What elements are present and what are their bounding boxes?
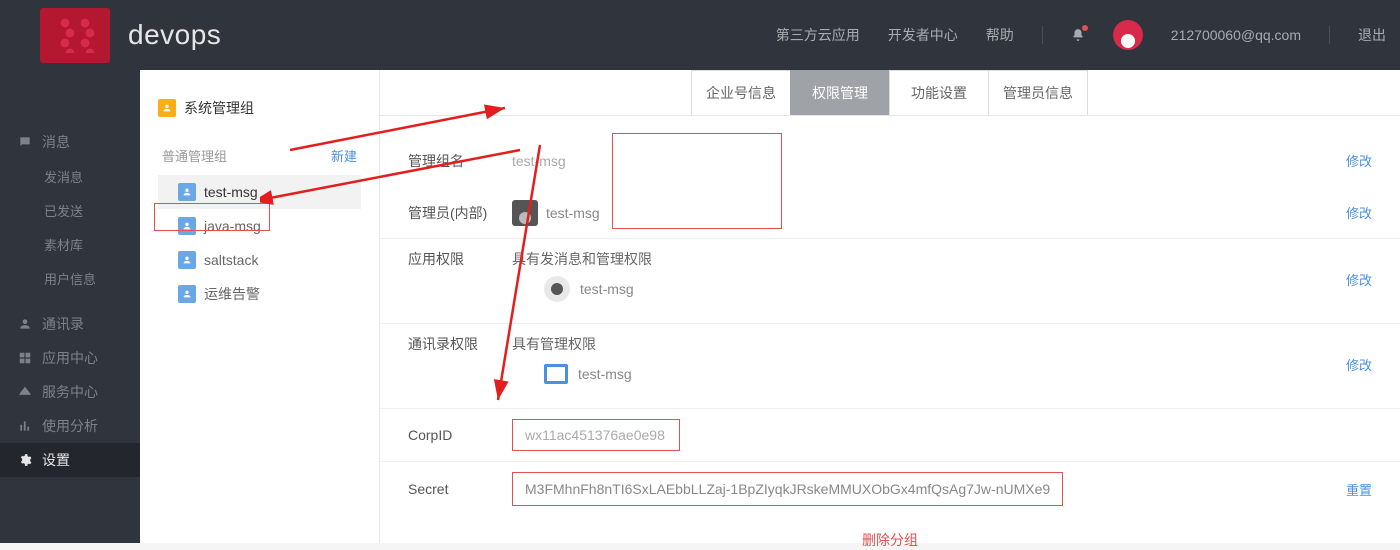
separator (1042, 26, 1043, 44)
nav-label: 使用分析 (42, 416, 98, 436)
modify-link[interactable]: 修改 (1346, 355, 1372, 374)
topbar: devops 第三方云应用 开发者中心 帮助 212700060@qq.com … (0, 0, 1400, 70)
nav-material[interactable]: 素材库 (0, 227, 140, 261)
user-email[interactable]: 212700060@qq.com (1171, 27, 1301, 43)
person-icon (178, 217, 196, 235)
nav-label: 已发送 (44, 201, 83, 220)
group-item[interactable]: java-msg (158, 209, 361, 243)
nav-label: 应用中心 (42, 348, 98, 368)
person-icon (158, 99, 176, 117)
logo-block: devops (40, 8, 776, 63)
nav-messages[interactable]: 消息 (0, 125, 140, 159)
app-name: test-msg (580, 281, 634, 297)
person-icon (178, 285, 196, 303)
top-links: 第三方云应用 开发者中心 帮助 212700060@qq.com 退出 (776, 20, 1400, 50)
system-group-header[interactable]: 系统管理组 (158, 98, 361, 118)
system-group-label: 系统管理组 (184, 98, 254, 118)
create-group-link[interactable]: 新建 (331, 146, 357, 165)
nav-analytics[interactable]: 使用分析 (0, 409, 140, 443)
nav-settings[interactable]: 设置 (0, 443, 140, 477)
row-secret: Secret M3FMhnFh8nTI6SxLAEbbLLZaj-1BpZIyq… (380, 461, 1400, 516)
nav-user-info[interactable]: 用户信息 (0, 261, 140, 295)
row-admin: 管理员(内部) test-msg 修改 (380, 186, 1400, 238)
row-contact-perm: 通讯录权限 具有管理权限 修改 test-msg (380, 323, 1400, 408)
avatar-icon (512, 200, 538, 226)
bell-icon[interactable] (1071, 28, 1085, 42)
value-secret: M3FMhnFh8nTI6SxLAEbbLLZaj-1BpZIyqkJRskeM… (512, 472, 1063, 506)
tab-enterprise-info[interactable]: 企业号信息 (691, 70, 791, 115)
group-item[interactable]: 运维告警 (158, 277, 361, 311)
group-item-label: java-msg (204, 218, 261, 234)
nav-label: 服务中心 (42, 382, 98, 402)
group-item-label: 运维告警 (204, 284, 260, 304)
contact-perm-item: test-msg (578, 366, 632, 382)
modify-link[interactable]: 修改 (1346, 203, 1372, 222)
groups-panel: 系统管理组 普通管理组 新建 test-msg java-msg saltsta… (140, 70, 380, 543)
tab-permission-manage[interactable]: 权限管理 (790, 70, 890, 115)
nav-label: 消息 (42, 132, 70, 152)
link-third-party[interactable]: 第三方云应用 (776, 25, 860, 45)
avatar[interactable] (1113, 20, 1143, 50)
row-corpid: CorpID wx11ac451376ae0e98 (380, 408, 1400, 461)
value-corpid: wx11ac451376ae0e98 (512, 419, 680, 451)
delete-group-link[interactable]: 删除分组 (380, 530, 1400, 550)
nav-service-center[interactable]: 服务中心 (0, 375, 140, 409)
main-panel: 企业号信息 权限管理 功能设置 管理员信息 管理组名 test-msg 修改 管… (380, 70, 1400, 543)
nav-send-message[interactable]: 发消息 (0, 159, 140, 193)
logout-link[interactable]: 退出 (1358, 25, 1386, 45)
label-admin: 管理员(内部) (408, 203, 512, 223)
app-perm-desc: 具有发消息和管理权限 (512, 249, 652, 269)
label-secret: Secret (408, 481, 512, 497)
group-item[interactable]: test-msg (158, 175, 361, 209)
tab-admin-info[interactable]: 管理员信息 (988, 70, 1088, 115)
link-help[interactable]: 帮助 (986, 25, 1014, 45)
contact-perm-desc: 具有管理权限 (512, 334, 596, 354)
nav-label: 用户信息 (44, 269, 96, 288)
separator (1329, 26, 1330, 44)
person-icon (178, 251, 196, 269)
nav-contacts[interactable]: 通讯录 (0, 307, 140, 341)
row-group-name: 管理组名 test-msg 修改 (380, 134, 1400, 186)
app-title: devops (128, 19, 221, 51)
reset-link[interactable]: 重置 (1346, 480, 1372, 499)
detail-content: 管理组名 test-msg 修改 管理员(内部) test-msg 修改 应用权… (380, 116, 1400, 550)
label-contact-perm: 通讯录权限 (408, 334, 512, 354)
group-item-label: test-msg (204, 184, 258, 200)
person-icon (178, 183, 196, 201)
row-app-perm: 应用权限 具有发消息和管理权限 修改 test-msg (380, 238, 1400, 323)
nav-label: 素材库 (44, 235, 83, 254)
label-corpid: CorpID (408, 427, 512, 443)
label-app-perm: 应用权限 (408, 249, 512, 269)
tab-feature-settings[interactable]: 功能设置 (889, 70, 989, 115)
nav-sent[interactable]: 已发送 (0, 193, 140, 227)
normal-group-label: 普通管理组 (162, 146, 227, 165)
nav-label: 设置 (42, 450, 70, 470)
app-icon (544, 276, 570, 302)
nav-label: 通讯录 (42, 314, 84, 334)
admin-item: test-msg (512, 200, 600, 226)
modify-link[interactable]: 修改 (1346, 151, 1372, 170)
label-group-name: 管理组名 (408, 151, 512, 171)
sidenav: 消息 发消息 已发送 素材库 用户信息 通讯录 应用中心 服务中心 使用分析 设… (0, 70, 140, 543)
group-item[interactable]: saltstack (158, 243, 361, 277)
tabs: 企业号信息 权限管理 功能设置 管理员信息 (380, 70, 1400, 116)
group-item-label: saltstack (204, 252, 258, 268)
nav-app-center[interactable]: 应用中心 (0, 341, 140, 375)
normal-group-header: 普通管理组 新建 (158, 146, 361, 165)
link-dev-center[interactable]: 开发者中心 (888, 25, 958, 45)
nav-label: 发消息 (44, 167, 83, 186)
admin-name: test-msg (546, 205, 600, 221)
folder-icon (544, 364, 568, 384)
value-group-name: test-msg (512, 153, 566, 169)
modify-link[interactable]: 修改 (1346, 270, 1372, 289)
logo-icon (40, 8, 110, 63)
